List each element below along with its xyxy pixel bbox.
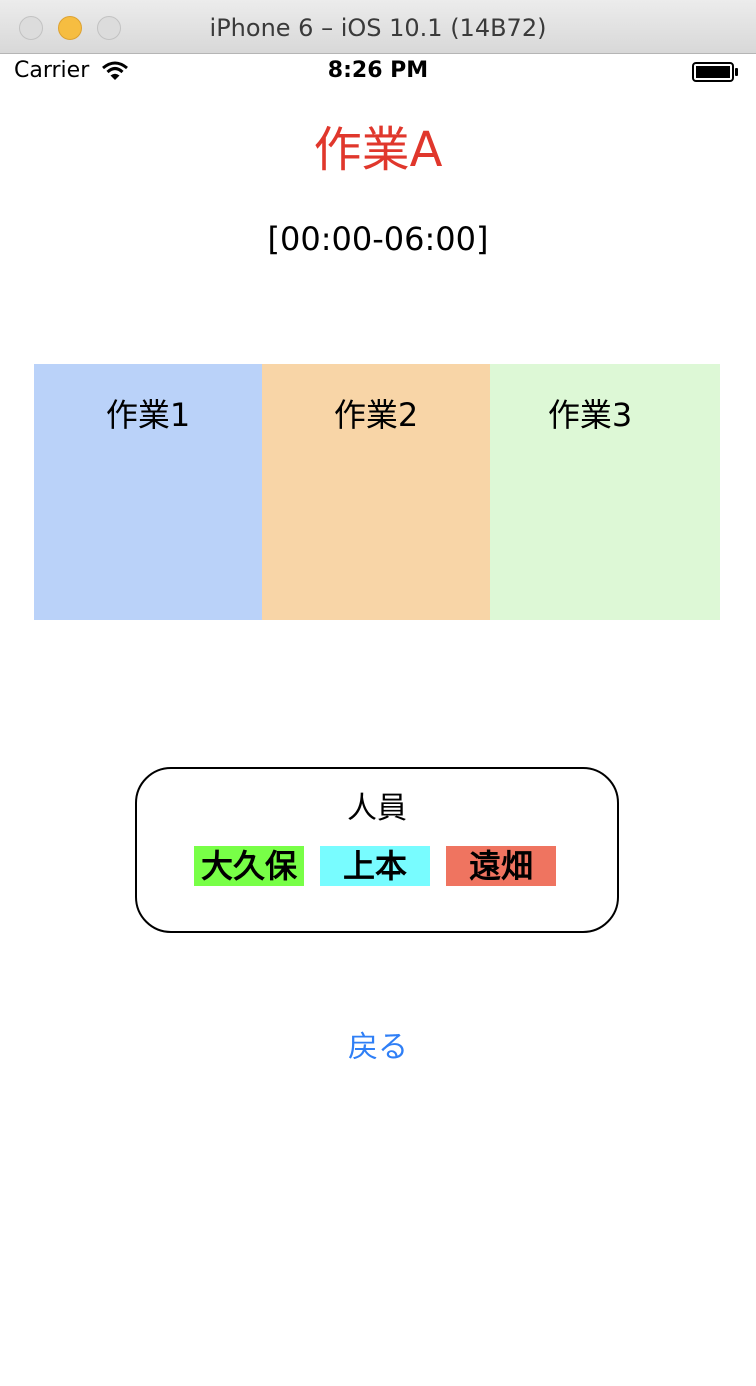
task-column-1[interactable]: 作業1: [34, 364, 262, 620]
task-column-label: 作業2: [333, 396, 419, 434]
status-bar: Carrier 8:26 PM: [0, 54, 756, 90]
task-columns: 作業1 作業2 作業3: [34, 364, 720, 620]
back-button[interactable]: 戻る: [0, 1022, 756, 1066]
battery-icon: [692, 62, 738, 82]
task-column-2[interactable]: 作業2: [262, 364, 490, 620]
time-range-label: [00:00-06:00]: [267, 220, 489, 258]
task-column-label: 作業3: [547, 396, 633, 434]
window-titlebar: iPhone 6 – iOS 10.1 (14B72): [0, 0, 756, 54]
window-title: iPhone 6 – iOS 10.1 (14B72): [209, 14, 547, 42]
personnel-chip-tohata[interactable]: 遠畑: [446, 846, 556, 886]
personnel-title: 人員: [347, 791, 407, 826]
task-column-3[interactable]: 作業3: [490, 364, 720, 620]
screen-title: 作業A: [313, 122, 443, 178]
status-time: 8:26 PM: [327, 58, 429, 83]
personnel-chip-okubo[interactable]: 大久保: [194, 846, 304, 886]
task-column-label: 作業1: [105, 396, 191, 434]
personnel-panel: 人員 大久保 上本 遠畑: [135, 767, 619, 933]
personnel-chip-uemoto[interactable]: 上本: [320, 846, 430, 886]
